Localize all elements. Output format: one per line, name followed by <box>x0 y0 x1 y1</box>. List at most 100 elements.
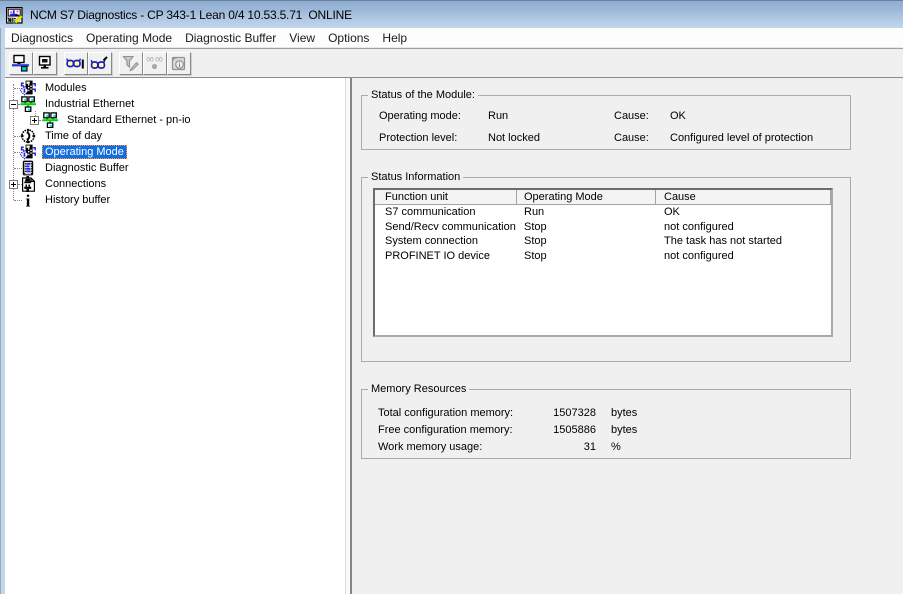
module-icon <box>20 80 36 96</box>
details-pane: Status of the Module: Operating mode: Ru… <box>352 78 903 594</box>
table-row[interactable]: System connection Stop The task has not … <box>375 234 831 249</box>
cell-function-unit: Send/Recv communication <box>375 220 517 235</box>
clock-icon <box>20 128 36 144</box>
info-icon: i <box>20 192 36 208</box>
buffer-icon <box>20 160 36 176</box>
column-header-operating-mode[interactable]: Operating Mode <box>517 190 656 205</box>
cell-cause: The task has not started <box>656 234 831 249</box>
module-icon <box>20 144 36 160</box>
menu-help[interactable]: Help <box>376 28 414 48</box>
status-information-groupbox: Status Information Function unit Operati… <box>361 177 851 362</box>
work-memory-usage-unit: % <box>611 441 621 453</box>
app-icon <box>6 7 23 24</box>
tree-item-label: Operating Mode <box>42 145 127 159</box>
operating-mode-label: Operating mode: <box>379 110 461 122</box>
counter-button[interactable]: 00 00 <box>143 52 167 75</box>
cell-cause: not configured <box>656 220 831 235</box>
cell-cause: OK <box>656 205 831 220</box>
svg-text:i: i <box>26 192 31 208</box>
status-of-module-groupbox: Status of the Module: Operating mode: Ru… <box>361 95 851 150</box>
monitor-once-glasses-icon <box>66 54 85 73</box>
cell-operating-mode: Stop <box>517 234 656 249</box>
tree-item-label: History buffer <box>42 193 113 207</box>
column-header-function-unit[interactable]: Function unit <box>375 190 517 205</box>
tree-item-standard-ethernet[interactable]: Standard Ethernet - pn-io <box>5 112 345 128</box>
total-config-memory-label: Total configuration memory: <box>378 407 513 419</box>
content-area: Modules <box>5 78 903 594</box>
cause-value: Configured level of protection <box>670 132 813 144</box>
menu-diagnostic-buffer[interactable]: Diagnostic Buffer <box>179 28 283 48</box>
total-config-memory-value: 1507328 <box>502 407 596 419</box>
online-connection-icon <box>11 54 30 73</box>
cause-label: Cause: <box>614 132 649 144</box>
tree-item-label: Diagnostic Buffer <box>42 161 132 175</box>
tree-item-label: Standard Ethernet - pn-io <box>64 113 194 127</box>
tree-item-label: Industrial Ethernet <box>42 97 137 111</box>
column-header-cause[interactable]: Cause <box>656 190 831 205</box>
menu-diagnostics[interactable]: Diagnostics <box>5 28 80 48</box>
monitor-cyclic-glasses-icon <box>90 54 109 73</box>
work-memory-usage-value: 31 <box>502 441 596 453</box>
status-information-table: Function unit Operating Mode Cause S7 co… <box>373 188 833 337</box>
ethernet-icon <box>42 112 58 128</box>
collapse-box[interactable] <box>9 100 18 109</box>
table-row[interactable]: S7 communication Run OK <box>375 205 831 220</box>
cell-function-unit: System connection <box>375 234 517 249</box>
tree-item-connections[interactable]: Connections <box>5 176 345 192</box>
menu-options[interactable]: Options <box>322 28 376 48</box>
window-title: NCM S7 Diagnostics - CP 343-1 Lean 0/4 1… <box>30 8 352 22</box>
diagnostics-tree: Modules <box>5 78 345 594</box>
tree-item-label: Connections <box>42 177 109 191</box>
table-row[interactable]: Send/Recv communication Stop not configu… <box>375 220 831 235</box>
ethernet-icon <box>20 96 36 112</box>
station-button[interactable] <box>33 52 57 75</box>
cell-cause: not configured <box>656 249 831 264</box>
tree-item-diagnostic-buffer[interactable]: Diagnostic Buffer <box>5 160 345 176</box>
table-row[interactable]: PROFINET IO device Stop not configured <box>375 249 831 264</box>
menu-operating-mode[interactable]: Operating Mode <box>80 28 179 48</box>
svg-text:i: i <box>179 61 181 69</box>
menu-bar: Diagnostics Operating Mode Diagnostic Bu… <box>5 28 903 48</box>
tree-item-industrial-ethernet[interactable]: Industrial Ethernet <box>5 96 345 112</box>
expand-box[interactable] <box>9 180 18 189</box>
menu-view[interactable]: View <box>283 28 322 48</box>
filter-button[interactable] <box>119 52 143 75</box>
work-memory-usage-label: Work memory usage: <box>378 441 482 453</box>
memory-resources-groupbox: Memory Resources Total configuration mem… <box>361 389 851 459</box>
cell-operating-mode: Run <box>517 205 656 220</box>
cell-operating-mode: Stop <box>517 220 656 235</box>
protection-level-value: Not locked <box>488 132 540 144</box>
cell-operating-mode: Stop <box>517 249 656 264</box>
monitor-cyclic-button[interactable] <box>88 52 112 75</box>
operating-mode-value: Run <box>488 110 508 122</box>
module-information-button[interactable]: i <box>167 52 191 75</box>
groupbox-title: Memory Resources <box>368 383 469 396</box>
app-window: NCM S7 Diagnostics - CP 343-1 Lean 0/4 1… <box>0 0 903 594</box>
filter-edit-icon <box>121 54 140 73</box>
table-header-row: Function unit Operating Mode Cause <box>375 190 831 205</box>
monitor-once-button[interactable] <box>64 52 88 75</box>
navigation-pane: Modules <box>5 78 346 594</box>
cause-label: Cause: <box>614 110 649 122</box>
tree-item-label: Time of day <box>42 129 105 143</box>
free-config-memory-unit: bytes <box>611 424 637 436</box>
svg-text:00 00: 00 00 <box>146 56 163 63</box>
tree-item-history-buffer[interactable]: i History buffer <box>5 192 345 208</box>
title-bar: NCM S7 Diagnostics - CP 343-1 Lean 0/4 1… <box>0 0 903 28</box>
groupbox-title: Status of the Module: <box>368 89 478 102</box>
expand-box[interactable] <box>30 116 39 125</box>
station-icon <box>35 54 54 73</box>
groupbox-title: Status Information <box>368 171 463 184</box>
protection-level-label: Protection level: <box>379 132 457 144</box>
tree-item-modules[interactable]: Modules <box>5 80 345 96</box>
tree-item-label: Modules <box>42 81 90 95</box>
counter-icon: 00 00 <box>145 54 164 73</box>
tree-item-time-of-day[interactable]: Time of day <box>5 128 345 144</box>
cause-value: OK <box>670 110 686 122</box>
connections-icon <box>20 176 36 192</box>
free-config-memory-value: 1505886 <box>502 424 596 436</box>
toolbar: 00 00 i <box>5 49 903 77</box>
online-connection-button[interactable] <box>9 52 33 75</box>
cell-function-unit: PROFINET IO device <box>375 249 517 264</box>
tree-item-operating-mode[interactable]: Operating Mode <box>5 144 345 160</box>
